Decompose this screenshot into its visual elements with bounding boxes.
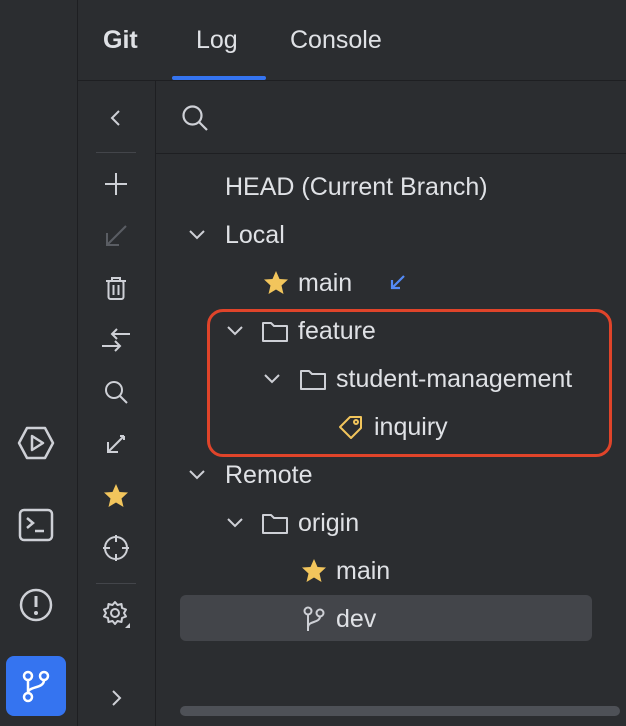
run-icon[interactable] bbox=[17, 424, 55, 462]
tab-log[interactable]: Log bbox=[196, 26, 238, 55]
branch-tree: HEAD (Current Branch) Local main feature… bbox=[156, 154, 626, 726]
problems-icon[interactable] bbox=[17, 586, 55, 624]
favorite-icon[interactable] bbox=[97, 477, 135, 515]
tree-item-label: Local bbox=[225, 220, 285, 249]
update-icon[interactable] bbox=[97, 425, 135, 463]
tree-item-label: dev bbox=[336, 604, 377, 633]
branches-toolbar bbox=[78, 81, 156, 726]
star-icon bbox=[264, 271, 288, 294]
tree-item-origin-main[interactable]: main bbox=[156, 547, 626, 595]
tree-item-label: HEAD (Current Branch) bbox=[225, 172, 488, 201]
chevron-down-icon[interactable] bbox=[185, 223, 209, 247]
tree-item-remote[interactable]: Remote bbox=[156, 451, 626, 499]
branch-search-bar bbox=[156, 81, 626, 154]
tree-item-label: main bbox=[336, 556, 391, 585]
star-icon bbox=[302, 559, 326, 582]
tree-item-local-main[interactable]: main bbox=[156, 259, 626, 307]
locate-icon[interactable] bbox=[97, 529, 135, 567]
git-branch-icon[interactable] bbox=[6, 656, 66, 716]
search-icon[interactable] bbox=[97, 373, 135, 411]
horizontal-scrollbar[interactable] bbox=[180, 706, 620, 716]
branch-icon bbox=[303, 606, 325, 631]
tab-console[interactable]: Console bbox=[290, 26, 382, 55]
chevron-down-icon[interactable] bbox=[185, 463, 209, 487]
expand-icon[interactable] bbox=[97, 679, 135, 717]
checkout-icon bbox=[97, 217, 135, 255]
left-tool-bar bbox=[0, 0, 78, 726]
toolbar-divider bbox=[96, 583, 136, 584]
tree-item-origin-dev[interactable]: dev bbox=[156, 595, 626, 643]
compare-icon[interactable] bbox=[97, 321, 135, 359]
search-icon bbox=[182, 105, 208, 131]
annotation-highlight-box bbox=[207, 309, 612, 457]
toolbar-divider bbox=[96, 152, 136, 153]
chevron-down-icon[interactable] bbox=[223, 511, 247, 535]
tab-git-title: Git bbox=[103, 26, 138, 54]
tree-item-head[interactable]: HEAD (Current Branch) bbox=[156, 163, 626, 211]
tree-item-label: Remote bbox=[225, 460, 313, 489]
search-input[interactable] bbox=[226, 99, 610, 137]
tree-item-local[interactable]: Local bbox=[156, 211, 626, 259]
tree-item-origin[interactable]: origin bbox=[156, 499, 626, 547]
collapse-icon[interactable] bbox=[97, 99, 135, 137]
tree-item-label: main bbox=[298, 268, 353, 297]
active-tab-indicator bbox=[172, 76, 266, 80]
tool-window-tabs: Git Log Console bbox=[78, 0, 626, 81]
delete-icon[interactable] bbox=[97, 269, 135, 307]
terminal-icon[interactable] bbox=[17, 506, 55, 544]
tree-item-label: origin bbox=[298, 508, 360, 537]
settings-icon[interactable] bbox=[97, 595, 135, 633]
incoming-commits-icon bbox=[390, 275, 405, 290]
add-icon[interactable] bbox=[97, 165, 135, 203]
folder-icon bbox=[262, 514, 288, 534]
